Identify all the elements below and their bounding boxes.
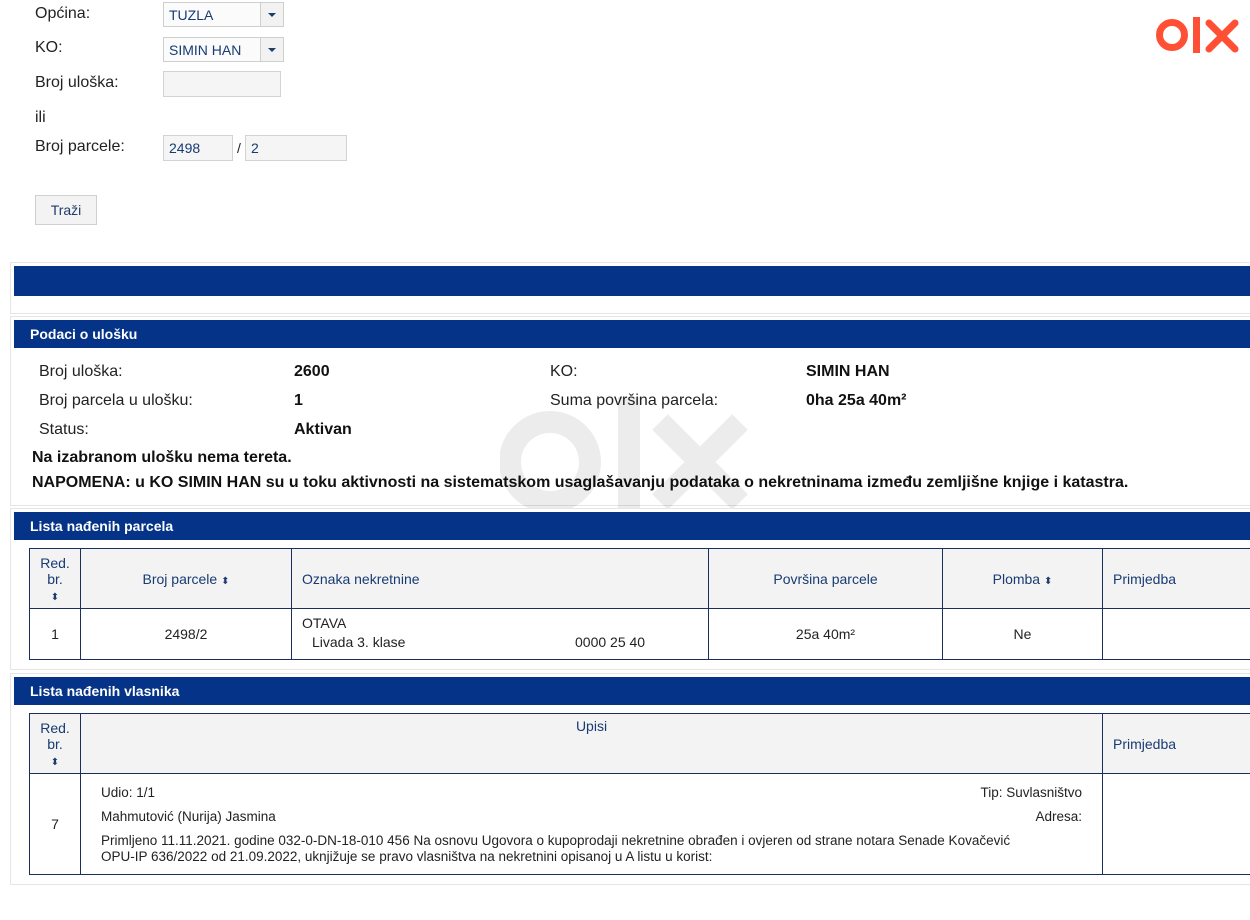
cell-red-br: 7 [29,773,81,875]
col-broj-parcele-label: Broj parcele [142,570,218,587]
cell-red-br: 1 [29,608,81,660]
ko-select-value: SIMIN HAN [169,42,242,58]
broj-uloska-info-label: Broj uloška: [39,363,123,380]
olx-logo-icon[interactable] [1156,13,1240,57]
broj-parcela-label: Broj parcela u ulošku: [39,392,193,409]
napomena-notice: NAPOMENA: u KO SIMIN HAN su u toku aktiv… [32,474,1129,491]
ko-select[interactable]: SIMIN HAN [163,37,284,62]
col-red-br-label: Red. br. [40,554,70,587]
opcina-select-value: TUZLA [169,7,214,23]
col-plomba[interactable]: Plomba ⬍ [942,548,1103,609]
suma-povrsina-value: 0ha 25a 40m² [806,392,907,409]
no-encumbrance-notice: Na izabranom ulošku nema tereta. [32,449,292,466]
parcele-table: Red. br. ⬍ Broj parcele ⬍ Oznaka nekretn… [29,548,1250,660]
col-broj-parcele[interactable]: Broj parcele ⬍ [80,548,292,609]
col-plomba-label: Plomba [992,570,1041,587]
udio-text: Udio: 1/1 [101,784,156,800]
tip-text: Tip: Suvlasništvo [980,784,1082,800]
cell-upisi: Udio: 1/1 Tip: Suvlasništvo Mahmutović (… [80,773,1103,875]
parcela-podbroj-input[interactable] [245,135,347,161]
sort-icon[interactable]: ⬍ [221,576,229,587]
cell-povrsina: 25a 40m² [708,608,943,660]
col-povrsina: Površina parcele [708,548,943,609]
cell-primjedba [1102,608,1250,660]
chevron-down-icon[interactable] [260,3,283,26]
parcele-header: Lista nađenih parcela [14,512,1250,540]
col-primjedba: Primjedba [1102,548,1250,609]
broj-uloska-label: Broj uloška: [35,74,119,91]
vlasnici-header: Lista nađenih vlasnika [14,677,1250,705]
cell-broj-parcele: 2498/2 [80,608,292,660]
broj-uloska-input[interactable] [163,71,281,97]
col-red-br[interactable]: Red. br. ⬍ [29,713,81,774]
parcela-separator: / [237,140,241,156]
owner-name: Mahmutović (Nurija) Jasmina [101,808,276,824]
chevron-down-icon[interactable] [260,38,283,61]
oznaka-naziv: OTAVA [302,615,347,631]
top-header-bar [14,266,1250,296]
broj-parcela-value: 1 [294,392,303,409]
opcina-label: Općina: [35,5,91,22]
suma-povrsina-label: Suma površina parcela: [550,392,719,409]
upis-opis-line1: Primljeno 11.11.2021. godine 032-0-DN-18… [101,832,1011,848]
vlasnici-table: Red. br. ⬍ Upisi Primjedba 7 Udio: 1/1 T… [29,713,1250,875]
col-oznaka: Oznaka nekretnine [291,548,709,609]
cell-primjedba [1102,773,1250,875]
table-header-row: Red. br. ⬍ Upisi Primjedba [29,713,1250,774]
podaci-header: Podaci o ulošku [14,320,1250,348]
status-value: Aktivan [294,421,352,438]
table-header-row: Red. br. ⬍ Broj parcele ⬍ Oznaka nekretn… [29,548,1250,609]
upis-opis-line2: OPU-IP 636/2022 od 21.09.2022, uknjižuje… [101,848,713,864]
ko-info-value: SIMIN HAN [806,363,890,380]
sort-icon[interactable]: ⬍ [1044,576,1052,587]
ili-label: ili [35,109,46,126]
oznaka-povrsina: 0000 25 40 [575,634,646,650]
parcela-broj-input[interactable] [163,135,233,161]
ko-info-label: KO: [550,363,578,380]
col-upisi: Upisi [80,713,1103,774]
adresa-text: Adresa: [1035,808,1082,824]
col-primjedba: Primjedba [1102,713,1250,774]
broj-parcele-label: Broj parcele: [35,138,125,155]
cell-plomba: Ne [942,608,1103,660]
oznaka-kultura: Livada 3. klase [312,634,406,650]
ko-label: KO: [35,39,63,56]
status-label: Status: [39,421,89,438]
search-button[interactable]: Traži [35,195,97,225]
table-row[interactable]: 1 2498/2 OTAVA Livada 3. klase 0000 25 4… [29,608,1250,660]
cell-oznaka: OTAVA Livada 3. klase 0000 25 40 [291,608,709,660]
col-red-br-label: Red. br. [40,719,70,752]
sort-icon[interactable]: ⬍ [51,757,59,768]
col-red-br[interactable]: Red. br. ⬍ [29,548,81,609]
sort-icon[interactable]: ⬍ [51,592,59,603]
opcina-select[interactable]: TUZLA [163,2,284,27]
table-row[interactable]: 7 Udio: 1/1 Tip: Suvlasništvo Mahmutović… [29,773,1250,875]
broj-uloska-info-value: 2600 [294,363,330,380]
